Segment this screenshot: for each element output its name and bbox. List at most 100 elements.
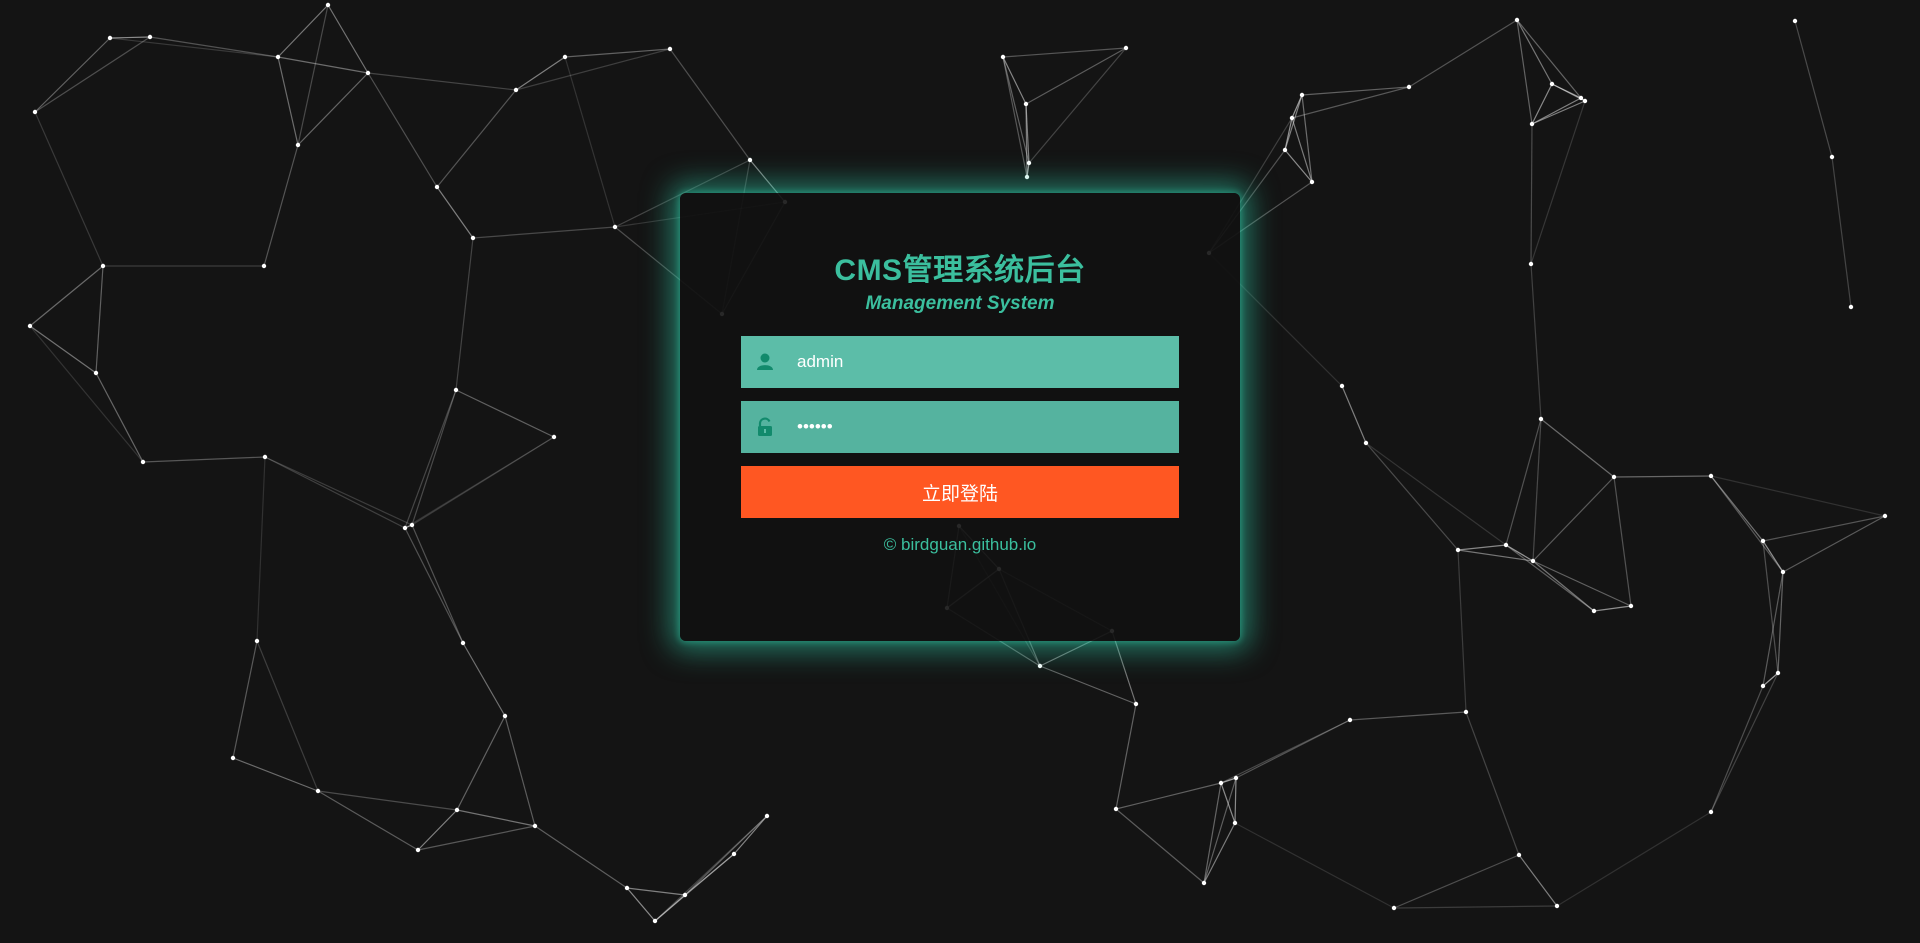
network-line bbox=[1782, 515, 1886, 573]
network-line bbox=[462, 642, 506, 717]
network-line bbox=[1516, 19, 1553, 85]
network-node bbox=[1289, 115, 1295, 121]
username-input[interactable] bbox=[797, 336, 1167, 388]
network-line bbox=[1115, 808, 1205, 884]
network-node bbox=[1000, 54, 1006, 60]
network-line bbox=[1408, 19, 1518, 88]
network-node bbox=[453, 387, 459, 393]
page-title: CMS管理系统后台 bbox=[834, 254, 1086, 287]
network-node bbox=[1023, 101, 1029, 107]
network-node bbox=[1133, 701, 1139, 707]
network-line bbox=[626, 887, 656, 922]
network-line bbox=[1530, 263, 1542, 420]
network-node bbox=[1708, 809, 1714, 815]
network-line bbox=[1518, 854, 1558, 907]
network-line bbox=[1556, 811, 1712, 907]
network-node bbox=[365, 70, 371, 76]
user-icon bbox=[755, 352, 775, 372]
network-line bbox=[436, 186, 474, 239]
network-line bbox=[417, 809, 458, 851]
lock-icon bbox=[755, 417, 775, 437]
network-line bbox=[1341, 385, 1367, 444]
network-node bbox=[1792, 18, 1798, 24]
network-line bbox=[411, 524, 464, 644]
network-node bbox=[1024, 174, 1030, 180]
network-line bbox=[654, 815, 768, 922]
network-line bbox=[1457, 549, 1467, 713]
network-line bbox=[29, 325, 144, 463]
network-line bbox=[109, 36, 151, 39]
network-line bbox=[1762, 515, 1886, 542]
network-line bbox=[1301, 94, 1313, 183]
network-node bbox=[1528, 261, 1534, 267]
network-line bbox=[564, 56, 616, 228]
network-line bbox=[1203, 782, 1222, 884]
copyright-text: © birdguan.github.io bbox=[883, 535, 1037, 554]
network-line bbox=[34, 36, 151, 113]
network-node bbox=[513, 87, 519, 93]
network-line bbox=[455, 237, 474, 391]
network-node bbox=[1201, 880, 1207, 886]
network-line bbox=[684, 853, 735, 896]
network-node bbox=[682, 892, 688, 898]
network-line bbox=[95, 372, 144, 463]
page-subtitle: Management System bbox=[865, 293, 1055, 314]
login-button[interactable]: 立即登陆 bbox=[741, 466, 1179, 518]
network-line bbox=[411, 389, 457, 526]
network-node bbox=[731, 851, 737, 857]
network-line bbox=[1532, 560, 1632, 607]
network-node bbox=[1829, 154, 1835, 160]
network-node bbox=[295, 142, 301, 148]
password-field[interactable] bbox=[741, 401, 1179, 453]
network-line bbox=[1002, 47, 1127, 58]
network-node bbox=[315, 788, 321, 794]
network-line bbox=[1393, 905, 1558, 909]
network-line bbox=[1002, 56, 1027, 105]
network-line bbox=[95, 265, 104, 374]
network-node bbox=[1760, 683, 1766, 689]
network-line bbox=[404, 389, 457, 529]
network-node bbox=[1037, 663, 1043, 669]
password-input[interactable] bbox=[797, 401, 1167, 453]
network-node bbox=[100, 263, 106, 269]
network-node bbox=[1503, 542, 1509, 548]
network-node bbox=[147, 34, 153, 40]
network-line bbox=[1284, 149, 1313, 183]
network-line bbox=[472, 226, 616, 239]
network-node bbox=[1123, 45, 1129, 51]
network-line bbox=[436, 89, 517, 188]
network-line bbox=[1457, 549, 1534, 562]
network-line bbox=[1365, 442, 1507, 546]
network-line bbox=[455, 389, 555, 438]
network-line bbox=[1531, 97, 1582, 125]
network-node bbox=[764, 813, 770, 819]
network-line bbox=[1349, 711, 1467, 721]
network-line bbox=[1831, 156, 1852, 308]
network-line bbox=[142, 456, 266, 463]
username-field[interactable] bbox=[741, 336, 1179, 388]
network-line bbox=[1530, 123, 1533, 265]
network-line bbox=[515, 56, 566, 91]
network-line bbox=[404, 436, 555, 529]
network-node bbox=[93, 370, 99, 376]
network-node bbox=[1309, 179, 1315, 185]
network-node bbox=[1026, 160, 1032, 166]
network-line bbox=[1234, 822, 1395, 909]
network-line bbox=[277, 56, 369, 74]
network-node bbox=[1339, 383, 1345, 389]
network-node bbox=[262, 454, 268, 460]
network-node bbox=[140, 459, 146, 465]
network-line bbox=[1039, 665, 1137, 705]
network-line bbox=[1002, 56, 1030, 164]
network-node bbox=[1591, 608, 1597, 614]
network-node bbox=[434, 184, 440, 190]
network-line bbox=[1028, 47, 1127, 164]
network-line bbox=[232, 757, 319, 792]
network-line bbox=[626, 887, 686, 896]
network-line bbox=[1710, 672, 1779, 813]
network-node bbox=[1554, 903, 1560, 909]
network-node bbox=[612, 224, 618, 230]
network-line bbox=[1531, 83, 1553, 125]
network-node bbox=[1282, 147, 1288, 153]
network-line bbox=[669, 48, 751, 161]
